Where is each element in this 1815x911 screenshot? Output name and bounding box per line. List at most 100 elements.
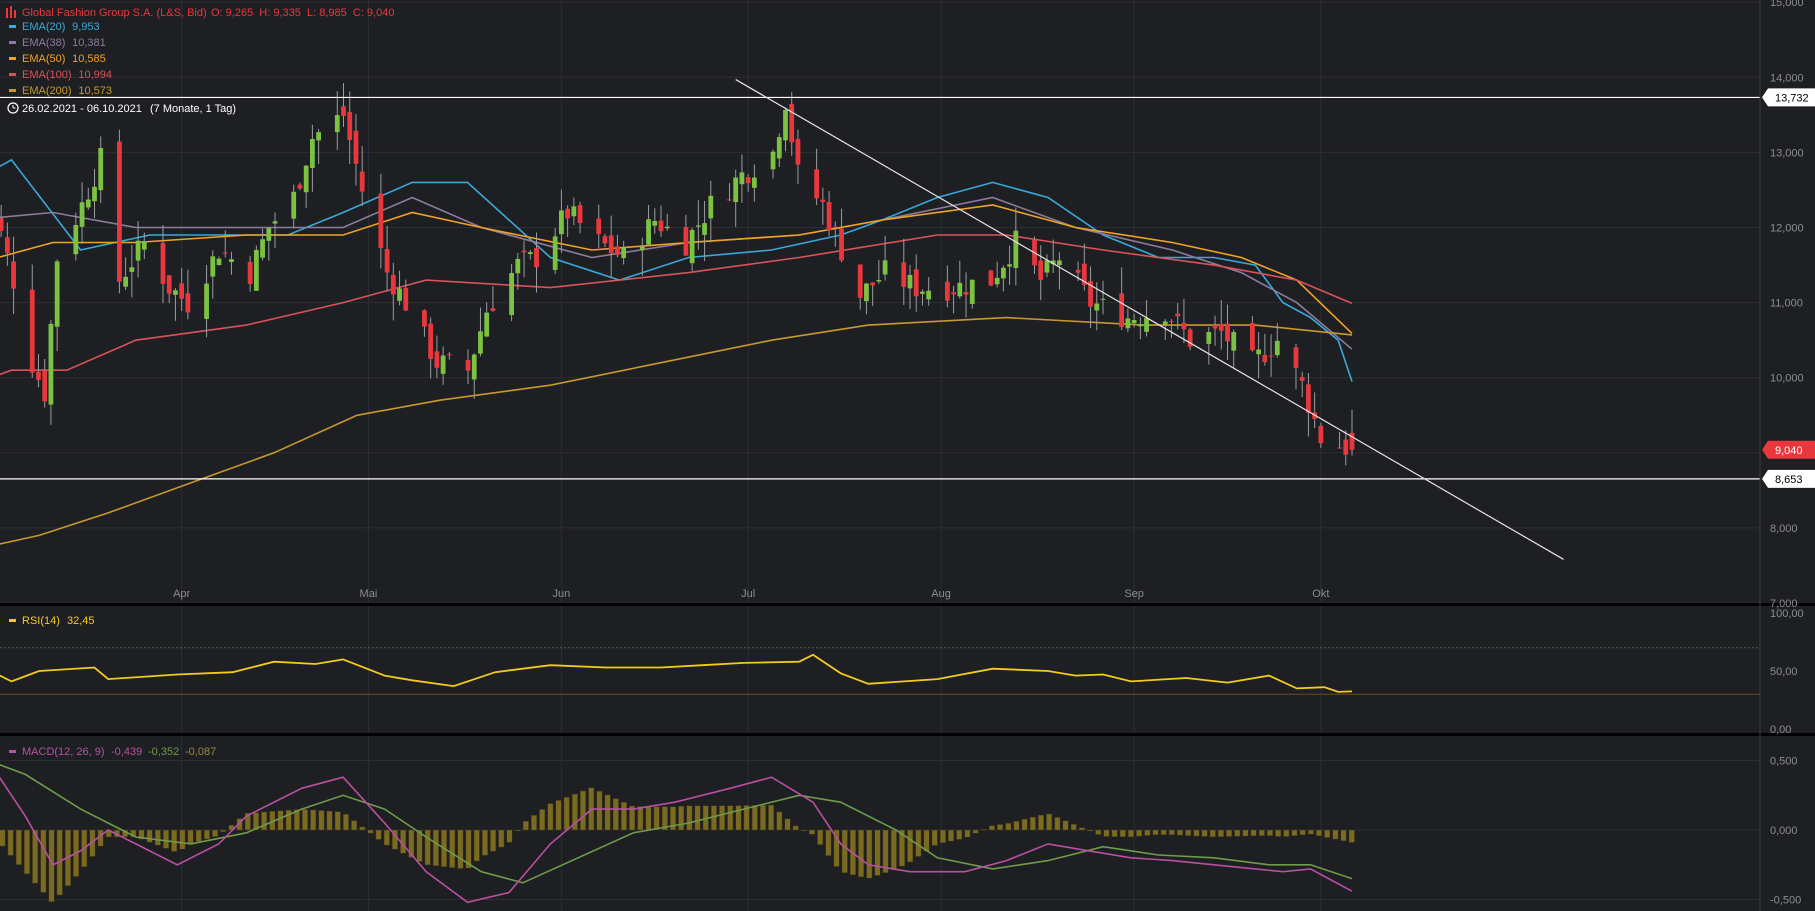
candle-body[interactable] [1162, 321, 1168, 325]
candle-body[interactable] [783, 110, 788, 141]
candle-body[interactable] [1318, 425, 1324, 444]
candle-body[interactable] [1274, 340, 1280, 356]
candle-body[interactable] [745, 177, 751, 184]
candle-body[interactable] [359, 171, 365, 192]
panel-separator[interactable] [0, 603, 1815, 606]
candle-body[interactable] [160, 243, 166, 284]
rsi-legend[interactable]: RSI(14) 32,45 [9, 615, 95, 627]
candle-body[interactable] [353, 130, 359, 164]
candle-body[interactable] [969, 279, 975, 304]
candle-body[interactable] [571, 206, 577, 217]
candle-body[interactable] [334, 115, 340, 133]
candle-body[interactable] [397, 288, 402, 301]
candle-body[interactable] [1131, 320, 1137, 324]
candle-body[interactable] [1057, 260, 1062, 266]
candle-body[interactable] [129, 267, 135, 272]
candle-body[interactable] [316, 132, 322, 141]
candle-body[interactable] [695, 225, 701, 227]
candle-body[interactable] [347, 112, 353, 140]
candle-body[interactable] [1075, 269, 1081, 273]
candle-body[interactable] [1169, 321, 1174, 323]
candle-body[interactable] [29, 289, 35, 373]
candle-body[interactable] [795, 139, 801, 165]
candle-body[interactable] [913, 269, 919, 297]
candle-body[interactable] [179, 283, 185, 299]
candle-body[interactable] [920, 291, 925, 294]
candle-body[interactable] [73, 224, 79, 255]
candle-body[interactable] [204, 283, 209, 319]
candle-body[interactable] [173, 290, 178, 295]
candle-body[interactable] [1175, 313, 1181, 317]
candle-body[interactable] [434, 351, 440, 368]
candle-body[interactable] [565, 208, 571, 219]
candle-body[interactable] [1044, 260, 1050, 273]
macd-legend[interactable]: MACD(12, 26, 9) -0,439 -0,352 -0,087 [9, 746, 216, 758]
candle-body[interactable] [422, 310, 427, 327]
candle-body[interactable] [944, 281, 950, 301]
candle-body[interactable] [36, 371, 41, 380]
candle-body[interactable] [4, 237, 10, 254]
candle-body[interactable] [478, 331, 483, 354]
candle-body[interactable] [266, 228, 272, 241]
candle-body[interactable] [621, 247, 627, 259]
candle-body[interactable] [1094, 303, 1100, 311]
candle-body[interactable] [683, 226, 689, 256]
candle-body[interactable] [428, 323, 434, 359]
candle-body[interactable] [1337, 447, 1342, 449]
indicator-legend[interactable]: EMA(20) 9,953EMA(38) 10,381EMA(50) 10,585EM… [9, 21, 112, 97]
candle-body[interactable] [534, 247, 539, 268]
candle-body[interactable] [222, 252, 228, 254]
candle-body[interactable] [465, 360, 471, 371]
candle-body[interactable] [521, 250, 527, 253]
candle-body[interactable] [820, 199, 826, 202]
candle-body[interactable] [1306, 384, 1311, 413]
candle-body[interactable] [559, 210, 564, 235]
legend-item[interactable]: EMA(50) 10,585 [9, 53, 106, 65]
candle-body[interactable] [658, 220, 664, 232]
candle-body[interactable] [963, 291, 969, 295]
candle-body[interactable] [509, 273, 514, 316]
panel-separator[interactable] [0, 733, 1815, 736]
candle-body[interactable] [54, 261, 60, 327]
candle-body[interactable] [48, 323, 54, 405]
candle-body[interactable] [98, 147, 104, 191]
candle-body[interactable] [0, 218, 4, 231]
candle-body[interactable] [185, 293, 191, 313]
candle-body[interactable] [1013, 230, 1019, 268]
candle-body[interactable] [1212, 325, 1218, 329]
candle-body[interactable] [727, 199, 732, 201]
candle-body[interactable] [552, 236, 558, 270]
candle-body[interactable] [85, 199, 91, 208]
candle-body[interactable] [1007, 264, 1013, 267]
candle-body[interactable] [291, 191, 297, 219]
candle-body[interactable] [79, 202, 85, 227]
candle-body[interactable] [471, 354, 477, 380]
candle-body[interactable] [210, 256, 216, 277]
candle-body[interactable] [602, 236, 608, 244]
candle-body[interactable] [652, 220, 658, 226]
candle-body[interactable] [166, 275, 172, 294]
candle-body[interactable] [864, 283, 869, 302]
candle-body[interactable] [907, 274, 913, 289]
candle-body[interactable] [272, 221, 278, 224]
candle-body[interactable] [839, 228, 844, 261]
candle-body[interactable] [123, 276, 129, 287]
candle-body[interactable] [303, 165, 309, 193]
candle-body[interactable] [247, 261, 253, 285]
candle-body[interactable] [490, 308, 496, 311]
candle-body[interactable] [11, 261, 16, 289]
candle-body[interactable] [1262, 354, 1268, 363]
candle-body[interactable] [1231, 332, 1237, 351]
candle-body[interactable] [117, 141, 122, 282]
candle-body[interactable] [708, 195, 714, 219]
candle-body[interactable] [751, 177, 757, 188]
candle-body[interactable] [229, 259, 234, 262]
candle-body[interactable] [814, 169, 820, 199]
candle-body[interactable] [378, 193, 384, 248]
candle-body[interactable] [1250, 322, 1255, 351]
candle-body[interactable] [639, 246, 645, 251]
candle-body[interactable] [1181, 322, 1187, 330]
candle-body[interactable] [870, 282, 876, 286]
legend-item[interactable]: EMA(100) 10,994 [9, 69, 112, 81]
candle-body[interactable] [297, 184, 303, 189]
